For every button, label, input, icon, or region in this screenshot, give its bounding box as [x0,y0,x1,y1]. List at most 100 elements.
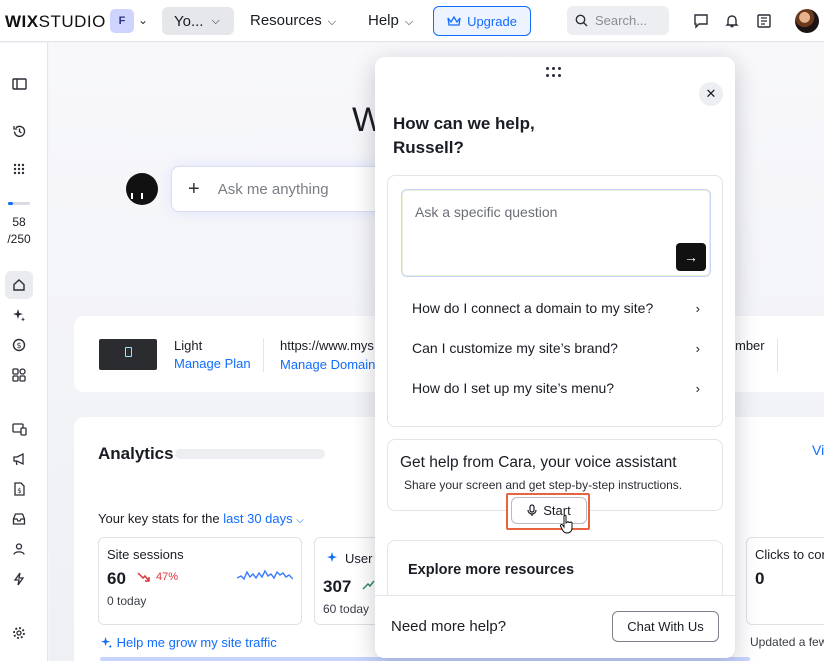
stats-prefix: Your key stats for the [98,511,220,526]
inbox-icon[interactable] [9,509,29,529]
chevron-down-icon: ⌵ [327,16,337,28]
analytics-title: Analytics [98,444,174,463]
plus-icon[interactable]: + [188,178,200,201]
automations-icon[interactable] [9,569,29,589]
need-help-text: Need more help? [391,618,507,635]
wix-studio-logo[interactable]: WIXSTUDIO [5,12,106,32]
send-button[interactable]: → [676,243,706,271]
stat-card-sessions[interactable]: Site sessions 60 47% 0 today [98,537,302,625]
stat-card-clicks[interactable]: Clicks to cor 0 [746,537,824,625]
search-input[interactable]: Search... [567,6,669,35]
help-grow-traffic-link[interactable]: Help me grow my site traffic [100,635,277,650]
home-icon[interactable] [9,275,29,295]
apps-icon[interactable] [9,365,29,385]
sites-total-count: /250 [7,232,31,246]
contacts-icon[interactable] [9,539,29,559]
workspace-avatar[interactable]: F [110,9,134,33]
chevron-right-icon: › [695,300,700,316]
ai-assistant-avatar [126,173,158,205]
stat-title: Site sessions [107,547,184,562]
stat-value: 60 [107,569,126,588]
date-range-dropdown[interactable]: last 30 days ⌵ [223,511,304,526]
sparkle-icon [100,636,113,649]
stat-today: 0 today [107,594,147,608]
top-bar: WIXSTUDIO F ⌄ Yo... ⌵ Resources ⌵ Help ⌵ Up… [0,0,824,42]
search-icon [575,14,588,27]
plan-name: Light [174,338,203,353]
chevron-down-icon: ⌵ [296,515,304,526]
sidebar: 58 /250 $ $ [0,43,48,661]
chat-with-us-button[interactable]: Chat With Us [612,611,719,642]
help-grow-label: Help me grow my site traffic [116,635,277,650]
hand-cursor-icon [559,514,573,534]
chevron-down-icon[interactable]: ⌄ [138,13,148,27]
trend-down-icon [137,572,150,582]
resources-menu[interactable]: Resources ⌵ [250,12,336,29]
panel-greeting: How can we help, Russell? [393,112,593,160]
svg-text:$: $ [16,341,21,350]
devices-icon[interactable] [9,419,29,439]
panel-footer: Need more help? Chat With Us [375,595,735,658]
chevron-right-icon: › [695,380,700,396]
stat-title: User [345,551,373,566]
suggestion-item[interactable]: How do I connect a domain to my site? › [412,296,704,320]
voice-assistant-subtitle: Share your screen and get step-by-step i… [404,478,683,492]
sparkline [237,569,293,581]
loading-skeleton [175,449,325,459]
question-card: Ask a specific question → How do I conne… [387,175,723,427]
svg-text:$: $ [17,487,21,495]
manage-domain-link[interactable]: Manage Domain [280,357,375,372]
updated-text: Updated a few [750,635,824,649]
panel-toggle-icon[interactable] [9,74,29,94]
view-all-link[interactable]: Vi [812,442,824,458]
start-voice-button[interactable]: Start [511,497,587,524]
site-selector-button[interactable]: Yo... ⌵ [162,7,234,35]
help-menu[interactable]: Help ⌵ [368,12,413,29]
stat-value: 0 [755,569,765,588]
question-placeholder: Ask a specific question [415,204,558,220]
divider [777,338,778,372]
ask-placeholder: Ask me anything [217,180,329,198]
suggestion-item[interactable]: Can I customize my site’s brand? › [412,336,704,360]
settings-gear-icon[interactable] [9,623,29,643]
chevron-down-icon: ⌵ [404,16,414,28]
invoice-icon[interactable]: $ [9,479,29,499]
manage-plan-link[interactable]: Manage Plan [174,356,251,371]
chat-icon[interactable] [691,11,711,31]
sparkle-icon [327,552,337,562]
billing-icon[interactable]: $ [9,335,29,355]
bell-icon[interactable] [722,11,742,31]
progress-fill [8,202,14,205]
sites-used-count: 58 [12,215,26,229]
crown-icon [447,15,461,26]
site-limit-progress [8,202,30,205]
stats-range-line: Your key stats for the last 30 days ⌵ [98,511,304,526]
close-icon[interactable]: ✕ [699,82,723,106]
sparkle-icon[interactable] [9,305,29,325]
stat-change: 47% [156,571,179,583]
chevron-right-icon: › [695,340,700,356]
history-icon[interactable] [9,121,29,141]
news-icon[interactable] [754,11,774,31]
site-thumbnail[interactable] [99,339,157,370]
stat-today: 60 today [323,602,370,616]
apps-grid-icon[interactable] [9,159,29,179]
domain-url: https://www.mys [280,338,374,353]
drag-handle-icon[interactable] [546,67,562,79]
explore-title: Explore more resources [408,562,575,578]
help-panel: ✕ How can we help, Russell? Ask a specif… [375,57,735,658]
arrow-right-icon: → [684,249,698,265]
divider [263,338,264,372]
megaphone-icon[interactable] [9,449,29,469]
suggestion-item[interactable]: How do I set up my site’s menu? › [412,376,704,400]
greeting-line-2: Russell? [393,138,464,157]
voice-assistant-title: Get help from Cara, your voice assistant [400,454,677,471]
upgrade-button[interactable]: Upgrade [433,6,531,36]
question-input[interactable]: Ask a specific question → [401,189,711,277]
stat-value: 307 [323,577,352,596]
greeting-line-1: How can we help, [393,114,535,133]
user-avatar[interactable] [795,9,819,33]
microphone-icon [527,504,537,516]
member-label: mber [735,338,765,353]
chevron-down-icon: ⌵ [211,14,220,27]
